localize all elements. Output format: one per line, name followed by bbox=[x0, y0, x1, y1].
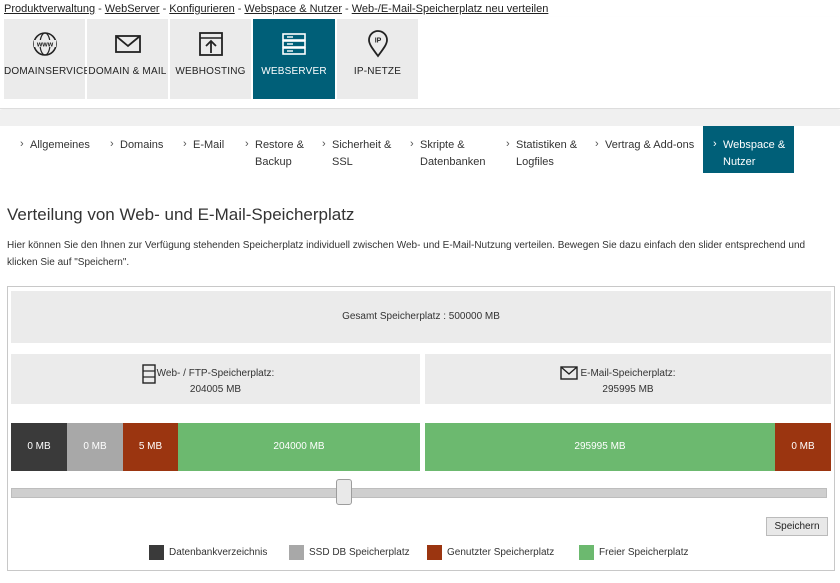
legend-item: SSD DB Speicherplatz bbox=[289, 545, 410, 560]
chevron-right-icon: › bbox=[713, 138, 717, 150]
save-button[interactable]: Speichern bbox=[766, 517, 828, 536]
web-storage-value: 204005 MB bbox=[189, 384, 242, 395]
tab-domains[interactable]: › Domains bbox=[110, 126, 180, 173]
breadcrumb-link-konfigurieren[interactable]: Konfigurieren bbox=[169, 3, 234, 15]
upload-browser-icon bbox=[198, 32, 223, 56]
bar-ssd-db: 0 MB bbox=[67, 423, 123, 471]
page-title: Verteilung von Web- und E-Mail-Speicherp… bbox=[7, 205, 355, 224]
chevron-right-icon: › bbox=[183, 138, 187, 150]
nav-tile-ip-netze[interactable]: IP IP-NETZE bbox=[337, 19, 418, 99]
intro-text: Hier können Sie den Ihnen zur Verfügung … bbox=[7, 240, 806, 268]
breadcrumb-link-produktverwaltung[interactable]: Produktverwaltung bbox=[4, 3, 95, 15]
section-divider bbox=[0, 110, 840, 126]
tab-sicherheit-ssl[interactable]: › Sicherheit & SSL bbox=[322, 126, 397, 173]
legend-item: Datenbankverzeichnis bbox=[149, 545, 267, 560]
nav-tile-label: WEBSERVER bbox=[261, 66, 327, 77]
bar-free-web: 204000 MB bbox=[178, 423, 420, 471]
legend-item: Freier Speicherplatz bbox=[579, 545, 688, 560]
bar-free-mail: 295995 MB bbox=[425, 423, 775, 471]
config-tabs: › Allgemeines › Domains › E-Mail › Restore &… bbox=[0, 126, 840, 173]
legend-swatch bbox=[149, 545, 164, 560]
legend-item: Genutzter Speicherplatz bbox=[427, 545, 554, 560]
ip-pin-icon: IP bbox=[367, 30, 388, 58]
tab-email[interactable]: › E-Mail bbox=[183, 126, 243, 173]
web-storage-box: Web- / FTP-Speicherplatz: 204005 MB bbox=[11, 354, 420, 404]
nav-tile-webhosting[interactable]: WEBHOSTING bbox=[170, 19, 251, 99]
envelope-icon bbox=[114, 35, 141, 53]
www-globe-icon: www bbox=[32, 32, 57, 56]
breadcrumb-link-current[interactable]: Web-/E-Mail-Speicherplatz neu verteilen bbox=[352, 3, 549, 15]
chevron-right-icon: › bbox=[595, 138, 599, 150]
nav-tile-domainservices[interactable]: www DOMAINSERVICES bbox=[4, 19, 98, 99]
nav-tile-label: DOMAINSERVICES bbox=[4, 66, 98, 77]
chevron-right-icon: › bbox=[20, 138, 24, 150]
svg-text:www: www bbox=[35, 42, 53, 49]
chevron-right-icon: › bbox=[245, 138, 249, 150]
breadcrumb-link-webspace-nutzer[interactable]: Webspace & Nutzer bbox=[244, 3, 342, 15]
total-storage: Gesamt Speicherplatz : 500000 MB bbox=[11, 291, 831, 343]
product-nav: www DOMAINSERVICES DOMAIN & MAIL WEBHOST… bbox=[0, 17, 840, 109]
storage-slider-track[interactable] bbox=[11, 488, 827, 498]
bar-used-web: 5 MB bbox=[123, 423, 178, 471]
web-storage-label: Web- / FTP-Speicherplatz: bbox=[156, 368, 275, 379]
mail-storage-box: E-Mail-Speicherplatz: 295995 MB bbox=[425, 354, 831, 404]
tab-vertrag-addons[interactable]: › Vertrag & Add-ons bbox=[595, 126, 700, 173]
storage-slider-handle[interactable] bbox=[335, 479, 352, 505]
nav-tile-label: WEBHOSTING bbox=[175, 66, 246, 77]
bar-db-directory: 0 MB bbox=[11, 423, 67, 471]
nav-tile-label: IP-NETZE bbox=[353, 66, 402, 77]
tab-webspace-nutzer[interactable]: › Webspace & Nutzer bbox=[703, 126, 794, 173]
tab-statistiken-logfiles[interactable]: › Statistiken & Logfiles bbox=[506, 126, 591, 173]
mail-storage-value: 295995 MB bbox=[602, 384, 654, 395]
breadcrumb: Produktverwaltung - WebServer - Konfiguriere… bbox=[4, 3, 549, 15]
bar-used-mail: 0 MB bbox=[775, 423, 831, 471]
chevron-right-icon: › bbox=[506, 138, 510, 150]
server-icon bbox=[282, 33, 306, 55]
svg-text:IP: IP bbox=[374, 38, 381, 45]
legend-swatch bbox=[579, 545, 594, 560]
breadcrumb-link-webserver[interactable]: WebServer bbox=[105, 3, 160, 15]
storage-panel: Gesamt Speicherplatz : 500000 MB Web- / … bbox=[7, 286, 835, 571]
chevron-right-icon: › bbox=[110, 138, 114, 150]
mail-storage-label: E-Mail-Speicherplatz: bbox=[580, 368, 676, 379]
tab-restore-backup[interactable]: › Restore & Backup bbox=[245, 126, 320, 173]
legend-swatch bbox=[289, 545, 304, 560]
chevron-right-icon: › bbox=[410, 138, 414, 150]
nav-tile-label: DOMAIN & MAIL bbox=[88, 66, 167, 77]
nav-tile-domain-mail[interactable]: DOMAIN & MAIL bbox=[87, 19, 168, 99]
legend-swatch bbox=[427, 545, 442, 560]
tab-skripte-datenbanken[interactable]: › Skripte & Datenbanken bbox=[410, 126, 505, 173]
nav-tile-webserver[interactable]: WEBSERVER bbox=[253, 19, 335, 99]
tab-allgemeines[interactable]: › Allgemeines bbox=[20, 126, 108, 173]
chevron-right-icon: › bbox=[322, 138, 326, 150]
